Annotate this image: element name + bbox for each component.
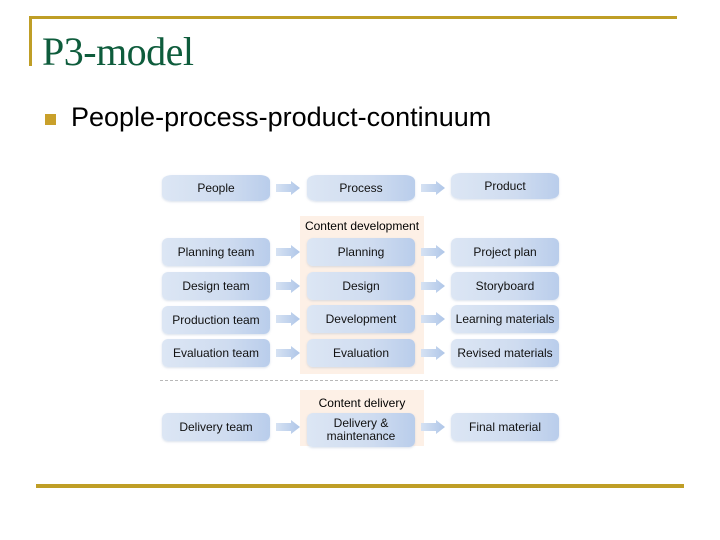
content-delivery-label: Content delivery (318, 396, 406, 410)
people-box: Evaluation team (162, 339, 270, 367)
right-arrow-icon (421, 420, 445, 434)
frame-bottom-line (36, 484, 684, 488)
bullet-text: People-process-product-continuum (71, 102, 492, 132)
product-box: Learning materials (451, 305, 559, 333)
right-arrow-icon (276, 346, 300, 360)
header-product: Product (451, 173, 559, 199)
right-arrow-icon (276, 312, 300, 326)
frame-top-line (29, 16, 677, 19)
product-box: Storyboard (451, 272, 559, 300)
process-box: Evaluation (307, 339, 415, 367)
right-arrow-icon (276, 181, 300, 195)
right-arrow-icon (276, 420, 300, 434)
section-divider (160, 380, 558, 381)
people-box: Design team (162, 272, 270, 300)
right-arrow-icon (421, 181, 445, 195)
right-arrow-icon (276, 279, 300, 293)
people-box: Planning team (162, 238, 270, 266)
people-box: Production team (162, 306, 270, 334)
bullet-square-icon (45, 114, 56, 125)
right-arrow-icon (421, 279, 445, 293)
process-box: Design (307, 272, 415, 300)
slide-title: P3-model (42, 29, 194, 74)
content-development-label: Content development (304, 219, 420, 233)
header-process: Process (307, 175, 415, 201)
product-box: Project plan (451, 238, 559, 266)
right-arrow-icon (421, 312, 445, 326)
process-box: Planning (307, 238, 415, 266)
process-box: Delivery & maintenance (307, 413, 415, 447)
right-arrow-icon (276, 245, 300, 259)
right-arrow-icon (421, 245, 445, 259)
right-arrow-icon (421, 346, 445, 360)
people-box: Delivery team (162, 413, 270, 441)
header-people: People (162, 175, 270, 201)
frame-left-line (29, 16, 32, 66)
process-box: Development (307, 305, 415, 333)
product-box: Revised materials (451, 339, 559, 367)
product-box: Final material (451, 413, 559, 441)
